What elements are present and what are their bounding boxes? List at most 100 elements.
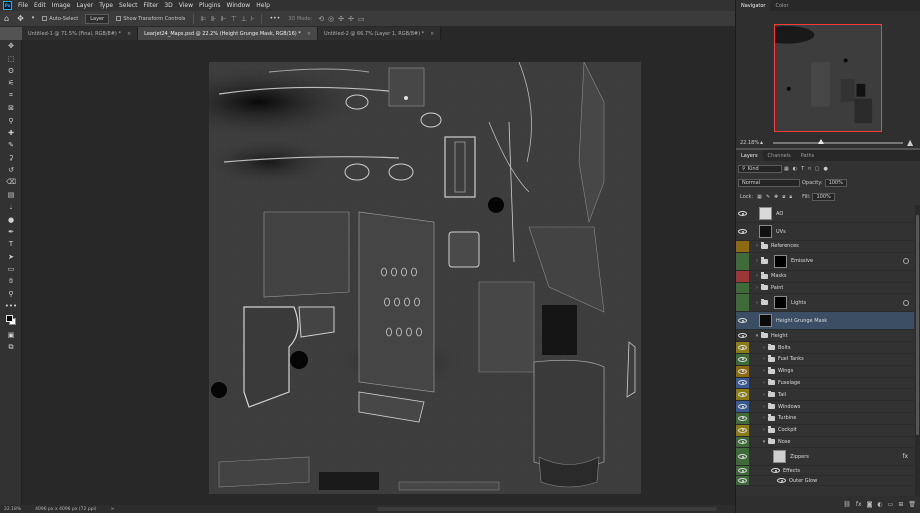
layer-visibility-toggle[interactable] <box>736 365 749 377</box>
filter-pixel-icon[interactable]: ▦ <box>784 166 789 172</box>
layer-visibility-toggle[interactable] <box>736 252 749 270</box>
filter-toggle-icon[interactable]: ● <box>823 166 827 172</box>
zoom-in-icon[interactable]: ▲ <box>907 138 913 147</box>
layer-row[interactable]: › Masks <box>736 270 914 283</box>
layers-list[interactable]: AO UVs › References › Emissive › Masks › Paint › Li… <box>736 205 920 496</box>
layer-visibility-toggle[interactable] <box>736 424 749 436</box>
marquee-icon[interactable]: ⬚ <box>0 52 22 64</box>
auto-select-target-dropdown[interactable]: Layer <box>85 13 110 24</box>
frame-icon[interactable]: ⊠ <box>0 102 22 114</box>
layer-row[interactable]: › Wings <box>736 365 914 378</box>
filter-shape-icon[interactable]: ⌑ <box>808 166 811 172</box>
stamp-icon[interactable]: ⚳ <box>0 152 22 164</box>
filter-type-icon[interactable]: T <box>801 166 804 172</box>
quick-select-icon[interactable]: ⚟ <box>0 77 22 89</box>
canvas-area[interactable] <box>22 40 735 505</box>
chevron-right-icon[interactable]: › <box>760 368 768 374</box>
layer-visibility-toggle[interactable] <box>736 282 749 294</box>
lock-artboard-icon[interactable]: ⧈ <box>782 194 785 200</box>
layer-row[interactable]: › Bolts <box>736 342 914 354</box>
path-select-icon[interactable]: ➤ <box>0 251 22 263</box>
layer-row[interactable]: › Cockpit <box>736 424 914 437</box>
auto-select-checkbox[interactable]: Auto-Select <box>42 16 78 22</box>
layer-visibility-toggle[interactable] <box>736 377 749 389</box>
horizontal-scrollbar[interactable] <box>377 507 717 511</box>
status-menu-arrow[interactable]: > <box>111 507 115 512</box>
more-options-button[interactable]: ••• <box>270 15 281 22</box>
more-tools-icon[interactable]: ••• <box>0 300 22 312</box>
chevron-right-icon[interactable]: › <box>760 404 768 410</box>
layer-row[interactable]: ▾ Height <box>736 330 914 343</box>
chevron-right-icon[interactable]: › <box>760 392 768 398</box>
layer-row[interactable]: › Turbine <box>736 413 914 425</box>
tab-color[interactable]: Color <box>770 0 793 11</box>
layer-visibility-toggle[interactable] <box>736 413 749 424</box>
healing-icon[interactable]: ✚ <box>0 127 22 139</box>
chevron-right-icon[interactable]: › <box>760 380 768 386</box>
layers-scrollbar[interactable] <box>915 205 920 496</box>
layer-visibility-toggle[interactable] <box>736 270 749 282</box>
layer-visibility-toggle[interactable] <box>736 401 749 412</box>
mask-icon[interactable]: ◙ <box>867 501 873 508</box>
layer-row[interactable]: › Fuel Tanks <box>736 354 914 366</box>
layer-row[interactable]: Effects <box>736 466 914 477</box>
3d-pan-icon[interactable]: ✣ <box>338 15 344 23</box>
tab-navigator[interactable]: Navigator <box>736 0 771 11</box>
menu-item-layer[interactable]: Layer <box>76 2 93 9</box>
chevron-right-icon[interactable]: › <box>760 345 768 351</box>
menu-item-view[interactable]: View <box>179 2 193 9</box>
show-transform-controls-checkbox[interactable]: Show Transform Controls <box>116 16 185 22</box>
gradient-icon[interactable]: ▤ <box>0 189 22 201</box>
align-center-icon[interactable]: ⊪ <box>211 15 217 23</box>
fill-input[interactable]: 100% <box>812 193 835 201</box>
menu-item-3d[interactable]: 3D <box>164 2 172 9</box>
chevron-down-icon[interactable]: ▾ <box>32 16 35 21</box>
zoom-out-icon[interactable]: ▴ <box>760 139 763 146</box>
layer-row[interactable]: › Windows <box>736 401 914 413</box>
hand-icon[interactable]: ✋︎ <box>0 275 22 287</box>
document-tab[interactable]: Untitled-2 @ 66.7% (Layer 1, RGB/8#) * × <box>318 27 442 40</box>
layer-visibility-toggle[interactable] <box>736 389 749 401</box>
layer-visibility-toggle[interactable] <box>736 436 749 448</box>
chevron-right-icon[interactable]: › <box>753 300 761 306</box>
layer-visibility-toggle[interactable] <box>736 448 749 466</box>
filter-smart-icon[interactable]: ▢ <box>815 166 820 172</box>
layer-row[interactable]: ▾ Nose <box>736 436 914 449</box>
menu-item-image[interactable]: Image <box>52 2 71 9</box>
layer-visibility-toggle[interactable] <box>736 354 749 365</box>
menu-item-window[interactable]: Window <box>227 2 251 9</box>
layer-row[interactable]: › Tail <box>736 389 914 402</box>
menu-item-edit[interactable]: Edit <box>34 2 46 9</box>
effect-eye-icon[interactable] <box>777 478 786 484</box>
layer-row[interactable]: Outer Glow <box>736 476 914 487</box>
layer-thumbnail[interactable] <box>759 314 772 328</box>
photoshop-logo[interactable]: Ps <box>3 1 12 10</box>
lasso-icon[interactable]: ʘ <box>0 65 22 77</box>
3d-orbit-icon[interactable]: ⟲ <box>318 15 324 23</box>
move-icon[interactable]: ✥ <box>0 40 22 52</box>
trash-icon[interactable]: 🗑︎ <box>908 501 916 508</box>
align-bottom-icon[interactable]: ⊦ <box>251 15 255 23</box>
crop-icon[interactable]: ⌗ <box>0 90 22 102</box>
align-left-icon[interactable]: ⊫ <box>200 15 206 23</box>
close-icon[interactable]: × <box>127 31 131 37</box>
layer-visibility-toggle[interactable] <box>736 476 749 486</box>
document-tab[interactable]: Untitled-1 @ 71.5% (Final, RGB/8#) * × <box>22 27 139 40</box>
3d-scale-icon[interactable]: ▭ <box>358 15 365 23</box>
eyedropper-icon[interactable]: ⚲ <box>0 114 22 126</box>
menu-item-select[interactable]: Select <box>119 2 138 9</box>
layer-row[interactable]: Height Grunge Mask <box>736 312 914 331</box>
layer-visibility-toggle[interactable] <box>736 466 749 476</box>
zoom-slider[interactable] <box>773 138 904 144</box>
3d-roll-icon[interactable]: ◎ <box>328 15 334 23</box>
opacity-input[interactable]: 100% <box>824 179 847 187</box>
layer-visibility-toggle[interactable] <box>736 312 749 329</box>
chevron-right-icon[interactable]: › <box>753 273 761 279</box>
blend-mode-dropdown[interactable]: Normal <box>738 179 800 187</box>
layer-row[interactable]: UVs <box>736 223 914 241</box>
layer-mask-thumbnail[interactable] <box>774 254 787 268</box>
chevron-down-icon[interactable]: ▾ <box>760 439 768 445</box>
document-tab[interactable]: Learjet24_Maps.psd @ 22.2% (Height Grung… <box>138 27 318 40</box>
fx-icon[interactable]: fx <box>856 501 862 508</box>
zoom-readout[interactable]: 22.18% <box>4 507 21 512</box>
